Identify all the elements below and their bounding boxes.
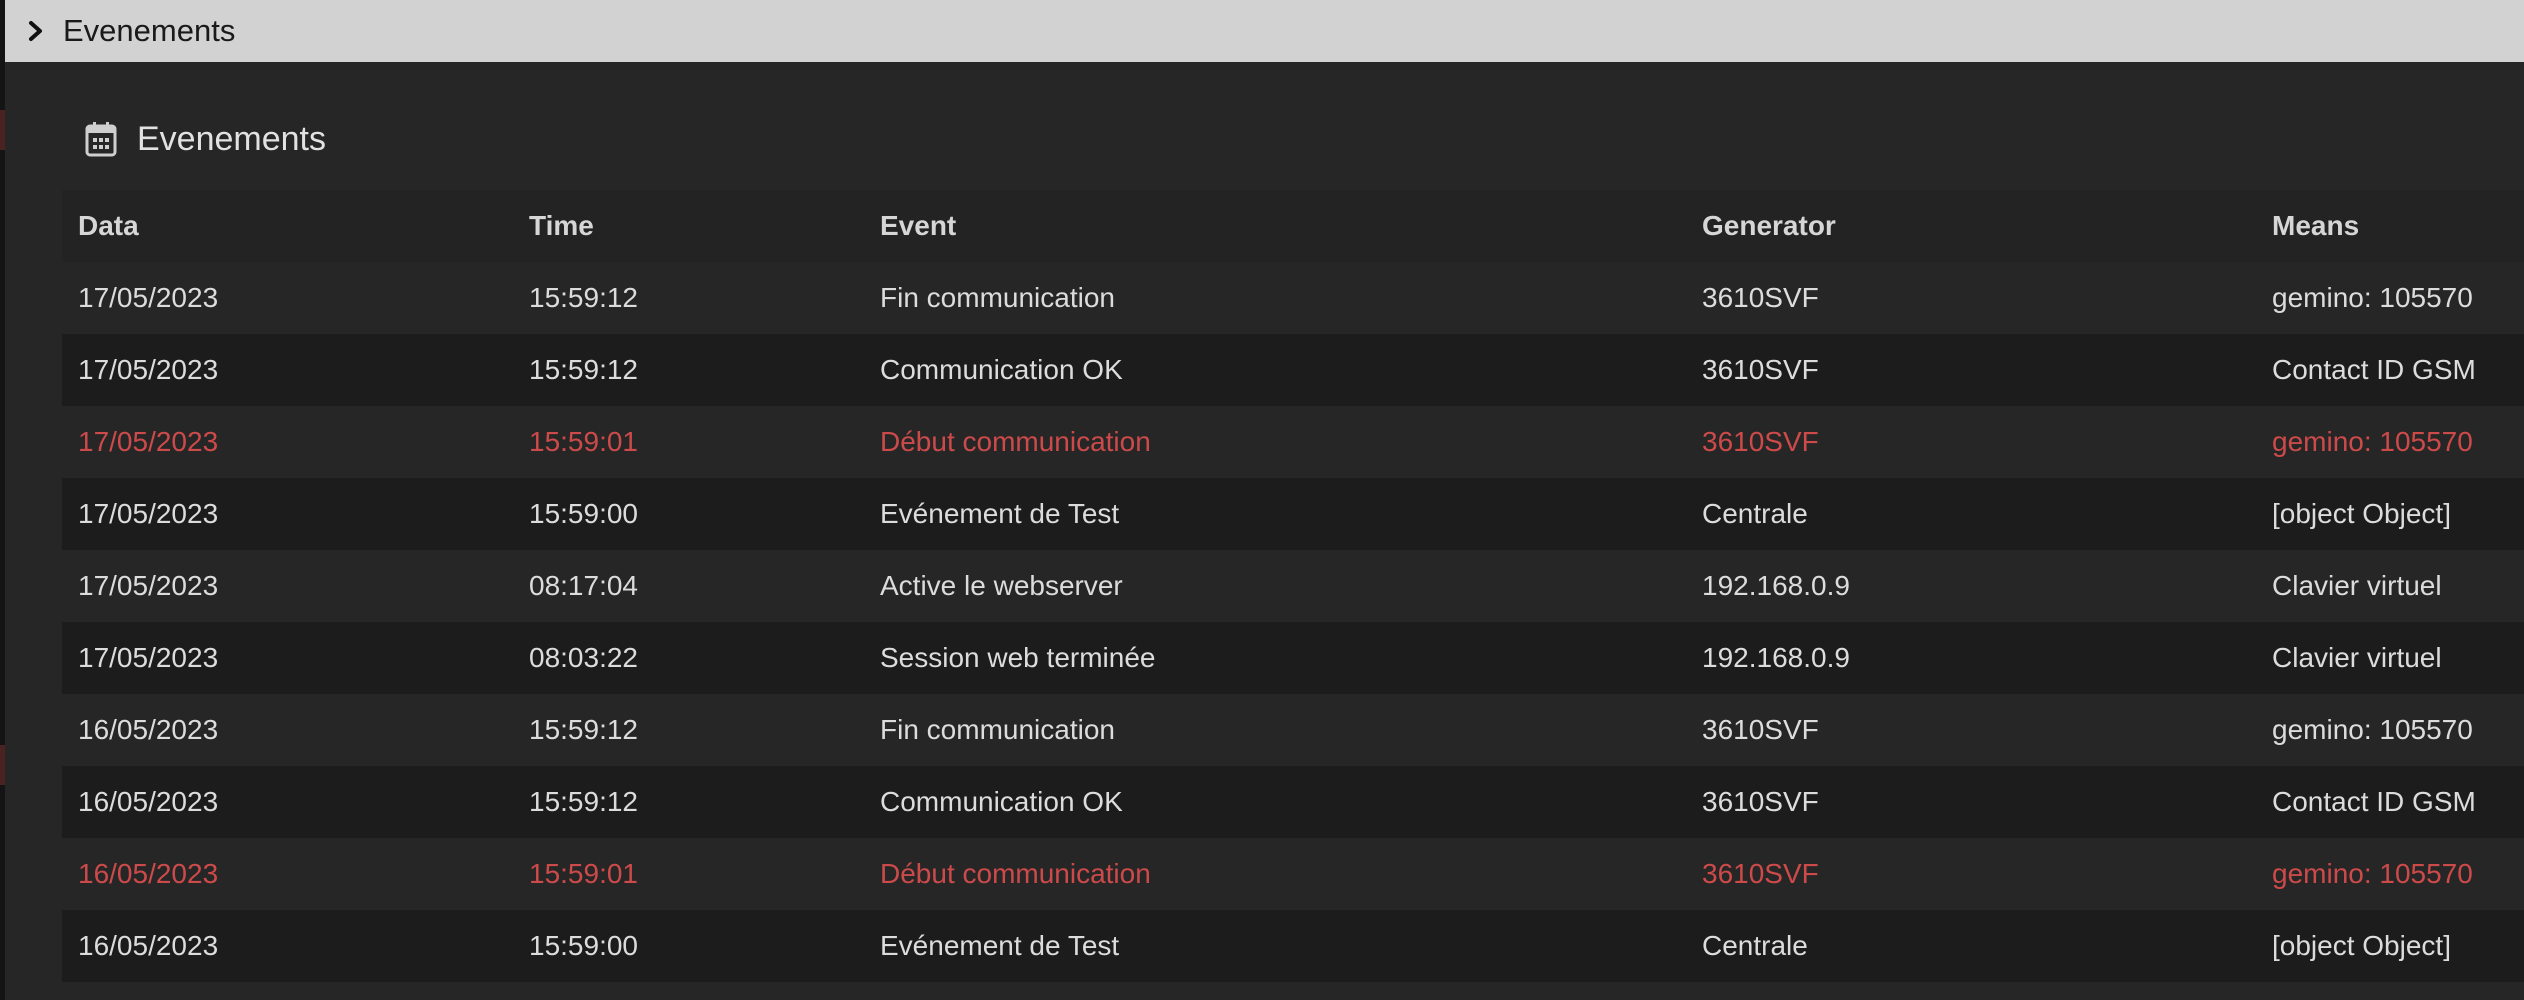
table-row[interactable]: 17/05/2023 08:17:04 Active le webserver … bbox=[62, 550, 2524, 622]
column-header-means[interactable]: Means bbox=[2272, 190, 2359, 262]
collapse-title: Evenements bbox=[63, 13, 236, 48]
cell-means: Clavier virtuel bbox=[2272, 570, 2442, 601]
cell-means: gemino: 105570 bbox=[2272, 858, 2473, 889]
cell-generator: 3610SVF bbox=[1702, 426, 1819, 457]
cell-event: Evénement de Test bbox=[880, 930, 1120, 961]
events-table: Data Time Event Generator Means 17/05/20… bbox=[62, 190, 2524, 982]
column-header-event[interactable]: Event bbox=[880, 190, 956, 262]
table-row-alert[interactable]: 17/05/2023 15:59:01 Début communication … bbox=[62, 406, 2524, 478]
table-row[interactable]: 17/05/2023 15:59:00 Evénement de Test Ce… bbox=[62, 478, 2524, 550]
cell-event: Evénement de Test bbox=[880, 498, 1120, 529]
cell-time: 08:17:04 bbox=[529, 570, 638, 601]
cell-data: 17/05/2023 bbox=[78, 282, 219, 313]
cell-event: Fin communication bbox=[880, 714, 1115, 745]
table-row[interactable]: 16/05/2023 15:59:12 Communication OK 361… bbox=[62, 766, 2524, 838]
cell-means: Clavier virtuel bbox=[2272, 642, 2442, 673]
cell-time: 15:59:00 bbox=[529, 930, 638, 961]
table-row[interactable]: 17/05/2023 15:59:12 Fin communication 36… bbox=[62, 262, 2524, 334]
cell-generator: 3610SVF bbox=[1702, 714, 1819, 745]
panel-title: Evenements bbox=[85, 116, 326, 162]
cell-time: 15:59:12 bbox=[529, 354, 638, 385]
cell-generator: 3610SVF bbox=[1702, 282, 1819, 313]
cell-event: Fin communication bbox=[880, 282, 1115, 313]
cell-means: Contact ID GSM bbox=[2272, 786, 2476, 817]
cell-generator: Centrale bbox=[1702, 498, 1808, 529]
cell-data: 17/05/2023 bbox=[78, 642, 219, 673]
cell-event: Début communication bbox=[880, 426, 1151, 457]
column-header-data[interactable]: Data bbox=[78, 190, 139, 262]
cell-event: Début communication bbox=[880, 858, 1151, 889]
table-row[interactable]: 17/05/2023 15:59:12 Communication OK 361… bbox=[62, 334, 2524, 406]
cell-means: [object Object] bbox=[2272, 498, 2451, 529]
cell-time: 15:59:01 bbox=[529, 426, 638, 457]
cell-event: Active le webserver bbox=[880, 570, 1123, 601]
column-header-time[interactable]: Time bbox=[529, 190, 594, 262]
cell-means: [object Object] bbox=[2272, 930, 2451, 961]
panel-title-text: Evenements bbox=[137, 119, 326, 158]
cell-event: Session web terminée bbox=[880, 642, 1156, 673]
cell-time: 15:59:12 bbox=[529, 786, 638, 817]
cell-generator: 3610SVF bbox=[1702, 858, 1819, 889]
events-panel: Evenements Data Time Event Generator Mea… bbox=[5, 62, 2524, 1000]
calendar-icon bbox=[85, 120, 119, 158]
cell-means: gemino: 105570 bbox=[2272, 426, 2473, 457]
cell-time: 08:03:22 bbox=[529, 642, 638, 673]
collapse-header[interactable]: Evenements bbox=[5, 0, 2524, 62]
table-row-alert[interactable]: 16/05/2023 15:59:01 Début communication … bbox=[62, 838, 2524, 910]
cell-means: gemino: 105570 bbox=[2272, 282, 2473, 313]
cell-time: 15:59:12 bbox=[529, 714, 638, 745]
cell-time: 15:59:01 bbox=[529, 858, 638, 889]
cell-data: 17/05/2023 bbox=[78, 570, 219, 601]
table-row[interactable]: 17/05/2023 08:03:22 Session web terminée… bbox=[62, 622, 2524, 694]
cell-time: 15:59:12 bbox=[529, 282, 638, 313]
cell-data: 17/05/2023 bbox=[78, 498, 219, 529]
table-header: Data Time Event Generator Means bbox=[62, 190, 2524, 262]
cell-generator: 3610SVF bbox=[1702, 786, 1819, 817]
cell-event: Communication OK bbox=[880, 354, 1123, 385]
cell-data: 17/05/2023 bbox=[78, 426, 219, 457]
cell-data: 16/05/2023 bbox=[78, 930, 219, 961]
cell-generator: 192.168.0.9 bbox=[1702, 642, 1850, 673]
cell-generator: 192.168.0.9 bbox=[1702, 570, 1850, 601]
cell-data: 16/05/2023 bbox=[78, 714, 219, 745]
cell-data: 16/05/2023 bbox=[78, 858, 219, 889]
cell-means: Contact ID GSM bbox=[2272, 354, 2476, 385]
cell-event: Communication OK bbox=[880, 786, 1123, 817]
cell-generator: 3610SVF bbox=[1702, 354, 1819, 385]
cell-time: 15:59:00 bbox=[529, 498, 638, 529]
cell-means: gemino: 105570 bbox=[2272, 714, 2473, 745]
events-page: Evenements Evenements Data Time Event Ge… bbox=[0, 0, 2524, 1000]
column-header-generator[interactable]: Generator bbox=[1702, 190, 1836, 262]
chevron-right-icon[interactable] bbox=[23, 18, 49, 44]
cell-generator: Centrale bbox=[1702, 930, 1808, 961]
table-row[interactable]: 16/05/2023 15:59:12 Fin communication 36… bbox=[62, 694, 2524, 766]
cell-data: 16/05/2023 bbox=[78, 786, 219, 817]
cell-data: 17/05/2023 bbox=[78, 354, 219, 385]
table-row[interactable]: 16/05/2023 15:59:00 Evénement de Test Ce… bbox=[62, 910, 2524, 982]
